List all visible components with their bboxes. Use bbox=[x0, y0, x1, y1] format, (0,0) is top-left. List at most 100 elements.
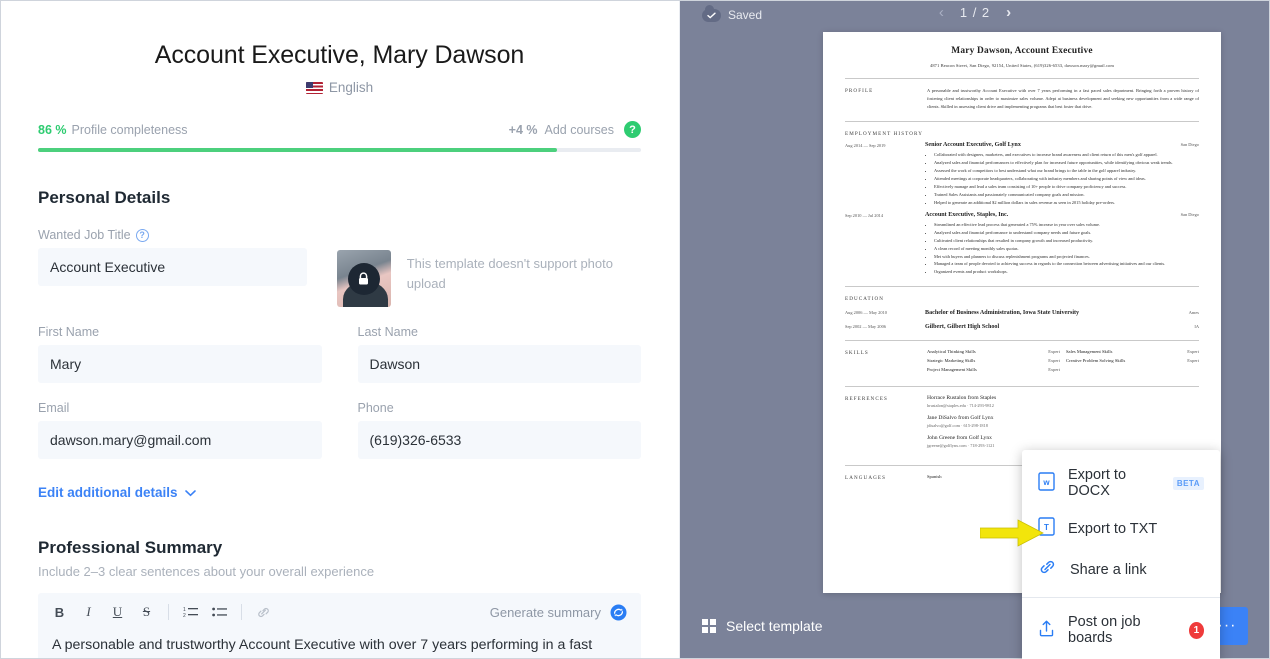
divider bbox=[845, 386, 1199, 388]
resume-education-dates: Aug 2006 — May 2010 bbox=[845, 310, 887, 316]
resume-job-dates: Aug 2014 — Sep 2019 bbox=[845, 143, 886, 149]
menu-item-export-to-docx[interactable]: w Export to DOCX BETA bbox=[1022, 458, 1220, 508]
edit-additional-details-link[interactable]: Edit additional details bbox=[38, 485, 196, 500]
skill-level: Expert bbox=[1187, 349, 1199, 355]
list-item: Assessed the work of competitors to best… bbox=[934, 167, 1199, 175]
resume-job-entry: Sep 2010 — Jul 2014 Account Executive, S… bbox=[845, 212, 1199, 276]
resume-education-city: IA bbox=[1194, 324, 1199, 330]
last-name-label: Last Name bbox=[357, 325, 418, 339]
skill-name: Analytical Thinking Skills bbox=[927, 349, 976, 355]
reference-contact: jdisalvo@golf.com · 615-298-1818 bbox=[927, 423, 988, 429]
link-icon[interactable] bbox=[256, 606, 271, 619]
resume-education-label: EDUCATION bbox=[845, 296, 885, 303]
first-name-label: First Name bbox=[38, 325, 100, 339]
page-pager: ‹ 1 / 2 › bbox=[939, 5, 1011, 20]
saved-label: Saved bbox=[728, 8, 763, 22]
skill-name: Creative Problem Solving Skills bbox=[1066, 358, 1126, 364]
list-item: Trained Sales Assistants and passionatel… bbox=[934, 191, 1199, 199]
page-title: Account Executive, Mary Dawson bbox=[154, 41, 525, 69]
resume-skills-label: SKILLS bbox=[845, 350, 869, 357]
list-item: Analyzed sales and financial performance… bbox=[934, 229, 1199, 237]
skill-name: Sales Management Skills bbox=[1066, 349, 1113, 355]
phone-group: Phone (619)326-6533 bbox=[357, 401, 641, 459]
list-item: Helped to generate an additional $2 mill… bbox=[934, 199, 1199, 207]
underline-button[interactable]: U bbox=[110, 604, 125, 620]
email-label: Email bbox=[38, 401, 70, 415]
menu-item-label: Export to DOCX bbox=[1068, 467, 1127, 499]
preview-top-bar: Saved ‹ 1 / 2 › bbox=[680, 0, 1270, 32]
last-name-input[interactable]: Dawson bbox=[357, 345, 641, 383]
resume-education-degree: Gilbert, Gilbert High School IA bbox=[925, 324, 1199, 331]
summary-rich-text-editor: B I U S 1 2 Generate summary A personabl… bbox=[38, 593, 641, 659]
resume-languages-label: LANGUAGES bbox=[845, 475, 887, 482]
resume-job-entry: Aug 2014 — Sep 2019 Senior Account Execu… bbox=[845, 142, 1199, 206]
wanted-job-title-input[interactable]: Account Executive bbox=[38, 248, 308, 286]
help-icon[interactable]: ? bbox=[624, 121, 641, 138]
generate-summary-label: Generate summary bbox=[489, 604, 601, 620]
resume-job-title: Account Executive, Staples, Inc. San Dieg… bbox=[925, 211, 1199, 218]
numbered-list-icon[interactable]: 1 2 bbox=[183, 606, 198, 619]
chevron-right-icon[interactable]: › bbox=[1006, 5, 1011, 20]
resume-references-section: REFERENCES Horrace Rustalon from Staples… bbox=[845, 395, 1199, 455]
phone-input[interactable]: (619)326-6533 bbox=[357, 421, 641, 459]
first-name-group: First Name Mary bbox=[38, 325, 322, 383]
list-item: Collaborated with designers, marketers, … bbox=[934, 151, 1199, 159]
menu-item-export-to-txt[interactable]: T Export to TXT bbox=[1022, 508, 1220, 549]
generate-summary-button[interactable]: Generate summary bbox=[490, 604, 627, 621]
personal-details-heading: Personal Details bbox=[38, 188, 171, 207]
chevron-left-icon[interactable]: ‹ bbox=[939, 5, 944, 20]
question-mark-icon[interactable]: ? bbox=[135, 228, 149, 242]
bullet-list-icon[interactable] bbox=[212, 606, 227, 619]
select-template-button[interactable]: Select template bbox=[702, 618, 823, 634]
grid-icon bbox=[702, 619, 716, 633]
svg-text:w: w bbox=[1042, 478, 1050, 487]
skill-level: Expert bbox=[1048, 367, 1060, 373]
summary-textarea[interactable]: A personable and trustworthy Account Exe… bbox=[38, 631, 641, 659]
completeness-percent: 86 % bbox=[38, 122, 67, 137]
resume-education-list: Aug 2006 — May 2010 Bachelor of Business… bbox=[845, 309, 1199, 330]
skill-level: Expert bbox=[1187, 358, 1199, 364]
strikethrough-button[interactable]: S bbox=[139, 604, 154, 620]
language-selector[interactable]: English bbox=[38, 80, 641, 95]
status-badge: Saved bbox=[702, 4, 763, 22]
list-item: Cultivated client relationships that res… bbox=[934, 237, 1199, 245]
list-item: Streamlined an effective lead process th… bbox=[934, 221, 1199, 229]
email-input[interactable]: dawson.mary@gmail.com bbox=[38, 421, 322, 459]
chevron-down-icon bbox=[184, 485, 196, 500]
skill-name: Strategic Marketing Skills bbox=[927, 358, 976, 364]
page-indicator: 1 / 2 bbox=[959, 5, 991, 20]
resume-skill-row: Project Management Skills Expert bbox=[927, 367, 1199, 372]
list-item: Attended meetings at corporate headquart… bbox=[934, 175, 1199, 183]
bold-button[interactable]: B bbox=[52, 605, 67, 620]
resume-reference-entry: Horrace Rustalon from Staples hrustalon@… bbox=[927, 395, 1199, 408]
select-template-label: Select template bbox=[726, 618, 823, 634]
sync-icon bbox=[610, 604, 627, 621]
pointer-arrow-annotation bbox=[979, 519, 1044, 552]
last-name-group: Last Name Dawson bbox=[357, 325, 641, 383]
us-flag-icon bbox=[305, 81, 323, 94]
resume-skills-section: SKILLS Analytical Thinking Skills Expert … bbox=[845, 349, 1199, 376]
menu-item-post-on-job-boards[interactable]: Post on job boards 1 bbox=[1022, 605, 1220, 655]
divider bbox=[845, 121, 1199, 123]
wanted-job-title-label: Wanted Job Title bbox=[38, 228, 131, 242]
export-dropdown-menu[interactable]: w Export to DOCX BETA T Export to TXT Sh… bbox=[1022, 450, 1220, 659]
menu-divider bbox=[1022, 597, 1220, 598]
menu-item-share-a-link[interactable]: Share a link bbox=[1022, 549, 1220, 590]
email-group: Email dawson.mary@gmail.com bbox=[38, 401, 322, 459]
resume-education-entry: Sep 2002 — May 2006 Gilbert, Gilbert Hig… bbox=[845, 323, 1199, 330]
reference-name: John Greene from Golf Lynx bbox=[927, 435, 992, 442]
resume-education-degree: Bachelor of Business Administration, Iow… bbox=[925, 310, 1199, 317]
resume-references-label: REFERENCES bbox=[845, 396, 888, 403]
resume-job-bullets: Collaborated with designers, marketers, … bbox=[934, 151, 1199, 206]
notification-badge: 1 bbox=[1188, 621, 1204, 639]
first-name-input[interactable]: Mary bbox=[38, 345, 322, 383]
divider bbox=[845, 78, 1199, 79]
link-chain-icon bbox=[1038, 558, 1057, 581]
menu-item-label: Export to TXT bbox=[1068, 520, 1158, 537]
resume-reference-entry: John Greene from Golf Lynx jgreene@golfl… bbox=[927, 435, 1199, 448]
add-courses-link[interactable]: Add courses bbox=[545, 123, 614, 137]
list-item: A clean record of meeting monthly sales … bbox=[934, 245, 1199, 253]
menu-item-label: Share a link bbox=[1070, 561, 1147, 578]
italic-button[interactable]: I bbox=[81, 604, 96, 620]
completeness-label: Profile completeness bbox=[71, 122, 188, 137]
